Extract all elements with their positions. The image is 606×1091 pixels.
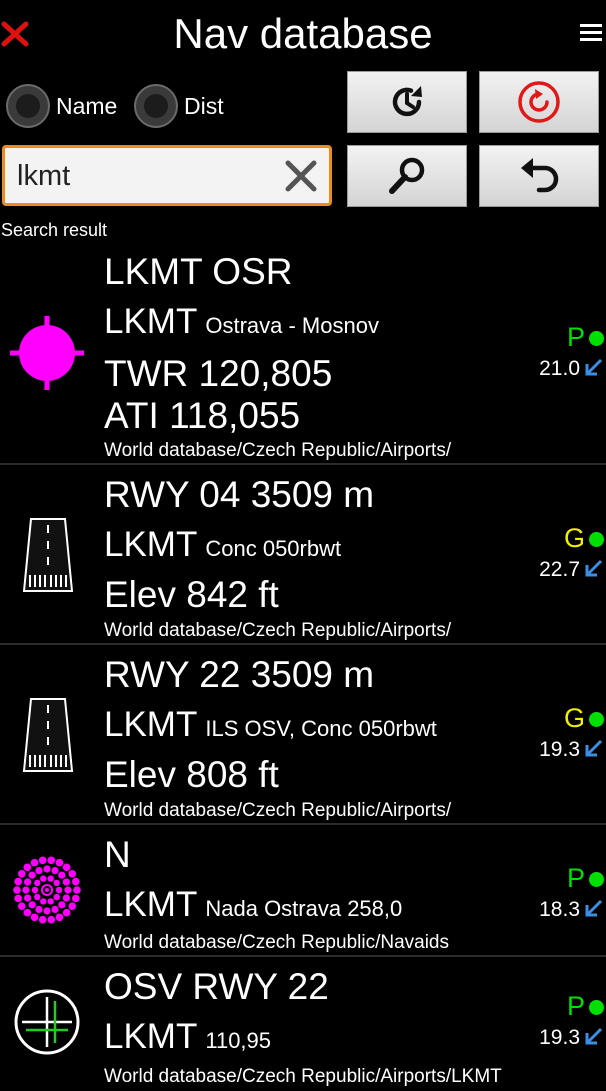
result-meta: P 18.3 [514,863,604,922]
ils-crosshair-icon [12,987,82,1062]
result-title: LKMT OSR [104,251,293,292]
result-meta: P 21.0 [514,322,604,381]
status-dot-icon [589,872,604,888]
result-item-runway[interactable]: RWY 04 3509 m LKMT Conc 050rbwt Elev 842 … [0,465,606,645]
direction-arrow-icon [585,740,603,757]
result-description: Ostrava - Mosnov [205,313,379,338]
status-dot-icon [589,712,604,728]
radio-button-icon [134,84,178,128]
refresh-clock-icon [392,86,422,117]
ndb-icon [8,851,86,934]
result-distance: 18.3 [539,898,580,921]
reset-target-icon [518,81,560,123]
result-icao: LKMT [104,302,198,341]
direction-arrow-icon [585,560,603,577]
header-bar: Nav database [0,0,606,68]
result-description: 110,95 [205,1028,272,1053]
result-path: World database/Czech Republic/Airports/ [104,440,452,461]
status-letter: P [566,322,585,352]
status-dot-icon [589,331,604,347]
result-identifier-line: LKMT Ostrava - Mosnov [104,302,379,342]
result-frequency-ati: ATI 118,055 [104,395,301,436]
result-path: World database/Czech Republic/Navaids [104,932,449,953]
radio-button-icon [6,84,50,128]
status-dot-icon [589,532,604,548]
sort-name-radio[interactable]: Name [6,79,117,133]
result-distance: 19.3 [539,738,580,761]
search-input[interactable] [17,154,277,198]
result-identifier-line: LKMT Nada Ostrava 258,0 [104,885,402,925]
menu-icon[interactable] [580,24,602,42]
search-result-caption: Search result [1,220,108,240]
result-meta: G 19.3 [514,703,604,762]
direction-arrow-icon [585,359,603,376]
result-frequency-twr: TWR 120,805 [104,353,333,394]
undo-arrow-icon [521,158,559,193]
result-icao: LKMT [104,885,198,924]
result-icao: LKMT [104,1017,198,1056]
reset-button[interactable] [479,71,599,133]
search-button[interactable] [347,145,467,207]
result-path: World database/Czech Republic/Airports/ [104,800,452,821]
result-meta: P 19.3 [514,991,604,1050]
result-elevation: Elev 808 ft [104,754,279,795]
result-path: World database/Czech Republic/Airports/ [104,620,452,641]
result-title: RWY 22 3509 m [104,654,375,695]
result-icao: LKMT [104,525,198,564]
clear-search-icon[interactable] [283,158,319,194]
status-dot-icon [589,1000,604,1016]
result-identifier-line: LKMT ILS OSV, Conc 050rbwt [104,705,437,745]
sort-dist-label: Dist [184,92,224,119]
result-title: N [104,834,131,875]
result-distance: 22.7 [539,558,580,581]
result-identifier-line: LKMT 110,95 [104,1017,271,1057]
refresh-button[interactable] [347,71,467,133]
status-letter: P [566,863,585,893]
runway-icon [22,697,74,778]
status-letter: P [566,991,585,1021]
back-button[interactable] [479,145,599,207]
magnifier-icon [389,157,425,194]
result-item-runway[interactable]: RWY 22 3509 m LKMT ILS OSV, Conc 050rbwt … [0,645,606,825]
direction-arrow-icon [585,900,603,917]
result-elevation: Elev 842 ft [104,574,279,615]
page-title: Nav database [173,10,433,57]
status-letter: G [563,523,585,553]
result-distance: 19.3 [539,1026,580,1049]
airport-icon [8,314,86,397]
result-path: World database/Czech Republic/Airports/L… [104,1066,502,1087]
result-distance: 21.0 [539,357,580,380]
result-item-ils[interactable]: OSV RWY 22 LKMT 110,95 World database/Cze… [0,957,606,1091]
result-item-navaid[interactable]: N LKMT Nada Ostrava 258,0 World database/… [0,825,606,957]
sort-name-label: Name [56,92,118,119]
result-item-airport[interactable]: LKMT OSR LKMT Ostrava - Mosnov TWR 120,80… [0,244,606,465]
result-description: Conc 050rbwt [205,536,342,561]
sort-dist-radio[interactable]: Dist [134,79,224,133]
direction-arrow-icon [585,1028,603,1045]
result-identifier-line: LKMT Conc 050rbwt [104,525,341,565]
result-icao: LKMT [104,705,198,744]
result-description: ILS OSV, Conc 050rbwt [205,716,437,741]
result-title: RWY 04 3509 m [104,474,375,515]
result-title: OSV RWY 22 [104,966,329,1007]
runway-icon [22,517,74,598]
search-field[interactable] [2,145,332,206]
result-description: Nada Ostrava 258,0 [205,896,403,921]
status-letter: G [563,703,585,733]
result-meta: G 22.7 [514,523,604,582]
